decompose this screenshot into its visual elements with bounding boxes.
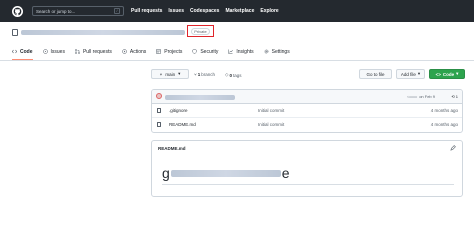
issue-icon bbox=[42, 49, 48, 54]
tab-label: Code bbox=[20, 48, 33, 55]
tab-label: Insights bbox=[236, 48, 254, 55]
branches-label: branch bbox=[201, 72, 215, 77]
tabs-divider bbox=[0, 60, 474, 61]
branches-link[interactable]: ⑂ 1 branch bbox=[194, 72, 215, 77]
tags-count: 0 bbox=[229, 72, 232, 78]
tab-actions[interactable]: Actions bbox=[122, 46, 146, 57]
shield-icon bbox=[192, 49, 197, 54]
github-logo-icon[interactable] bbox=[12, 5, 23, 17]
tab-issues[interactable]: Issues bbox=[42, 46, 65, 57]
nav-pull-requests[interactable]: Pull requests bbox=[131, 8, 162, 14]
tab-label: Projects bbox=[164, 48, 183, 55]
file-icon bbox=[157, 108, 161, 113]
chevron-down-icon: ▾ bbox=[456, 71, 459, 76]
table-row[interactable]: README.md Initial commit 4 months ago bbox=[152, 118, 462, 132]
code-icon bbox=[12, 49, 17, 54]
play-icon bbox=[122, 49, 127, 54]
readme-heading: g e bbox=[162, 165, 290, 181]
tab-label: Security bbox=[200, 48, 219, 55]
tags-link[interactable]: ◇ 0 tags bbox=[225, 72, 242, 78]
readme-divider bbox=[162, 184, 454, 185]
code-button-label: Code bbox=[442, 71, 455, 77]
commit-message-redacted[interactable] bbox=[165, 95, 235, 100]
branch-name: main bbox=[165, 71, 176, 77]
commit-history-link[interactable]: ⟲ 1 bbox=[451, 94, 458, 99]
nav-codespaces[interactable]: Codespaces bbox=[190, 8, 219, 14]
branches-count: 1 bbox=[197, 72, 201, 77]
tab-insights[interactable]: Insights bbox=[228, 46, 254, 57]
tab-security[interactable]: Security bbox=[192, 46, 218, 57]
readme-heading-start: g bbox=[162, 165, 170, 181]
file-time: 4 months ago bbox=[430, 122, 458, 127]
history-count: 1 bbox=[455, 94, 458, 99]
code-button[interactable]: <> Code ▾ bbox=[429, 69, 465, 79]
latest-commit-bar: <cccc on Feb 9 ⟲ 1 bbox=[152, 90, 462, 104]
visibility-badge: Private bbox=[191, 27, 210, 35]
branch-icon: ⑂ bbox=[194, 72, 197, 77]
file-name[interactable]: .gitignore bbox=[169, 108, 188, 113]
go-to-file-button[interactable]: Go to file bbox=[359, 69, 392, 79]
gear-icon bbox=[264, 49, 269, 54]
table-row[interactable]: .gitignore Initial commit 4 months ago bbox=[152, 104, 462, 118]
repo-tabs: Code Issues Pull requests Actions Projec… bbox=[12, 46, 300, 60]
search-shortcut-key: / bbox=[114, 8, 120, 14]
repo-name-redacted[interactable] bbox=[21, 29, 185, 35]
top-header: Search or jump to... / Pull requests Iss… bbox=[0, 0, 474, 22]
history-icon: ⟲ bbox=[451, 94, 455, 99]
tab-pull-requests[interactable]: Pull requests bbox=[75, 46, 112, 57]
nav-explore[interactable]: Explore bbox=[260, 8, 278, 14]
file-time: 4 months ago bbox=[430, 108, 458, 113]
code-icon: <> bbox=[435, 71, 441, 77]
graph-icon bbox=[228, 49, 234, 54]
tab-projects[interactable]: Projects bbox=[156, 46, 182, 57]
avatar[interactable] bbox=[156, 93, 162, 99]
chevron-down-icon: ▾ bbox=[178, 71, 181, 76]
commit-message[interactable]: Initial commit bbox=[258, 108, 284, 113]
readme-heading-end: e bbox=[281, 165, 290, 181]
tab-settings[interactable]: Settings bbox=[264, 46, 290, 57]
pull-request-icon bbox=[75, 49, 80, 54]
file-icon bbox=[157, 122, 161, 127]
branch-selector-button[interactable]: ⑂ main ▾ bbox=[151, 69, 189, 79]
tab-label: Pull requests bbox=[82, 48, 112, 55]
tag-icon: ◇ bbox=[225, 72, 229, 77]
nav-issues[interactable]: Issues bbox=[168, 8, 184, 14]
pencil-icon[interactable] bbox=[450, 145, 456, 151]
repo-icon bbox=[12, 28, 18, 36]
tab-code[interactable]: Code bbox=[12, 46, 33, 60]
visibility-badge-highlight: Private bbox=[187, 25, 214, 37]
tab-label: Actions bbox=[129, 48, 147, 55]
chevron-down-icon: ▾ bbox=[417, 71, 421, 76]
readme-panel: README.md g e bbox=[151, 140, 463, 197]
tab-label: Settings bbox=[271, 48, 290, 55]
commit-message[interactable]: Initial commit bbox=[258, 122, 284, 127]
readme-heading-redacted bbox=[170, 169, 281, 177]
branch-icon: ⑂ bbox=[159, 71, 163, 77]
repo-title bbox=[12, 27, 185, 37]
commit-date: <cccc on Feb 9 bbox=[406, 94, 435, 99]
file-name[interactable]: README.md bbox=[169, 122, 196, 127]
tab-label: Issues bbox=[50, 48, 65, 55]
add-file-label: Add file bbox=[400, 71, 416, 77]
readme-title: README.md bbox=[158, 146, 186, 151]
nav-marketplace[interactable]: Marketplace bbox=[225, 8, 254, 14]
tags-label: tags bbox=[232, 72, 242, 78]
file-list: <cccc on Feb 9 ⟲ 1 .gitignore Initial com… bbox=[151, 89, 463, 133]
table-icon bbox=[156, 49, 162, 54]
search-input[interactable]: Search or jump to... / bbox=[32, 6, 124, 16]
add-file-button[interactable]: Add file ▾ bbox=[396, 69, 425, 79]
search-placeholder: Search or jump to... bbox=[36, 8, 76, 14]
